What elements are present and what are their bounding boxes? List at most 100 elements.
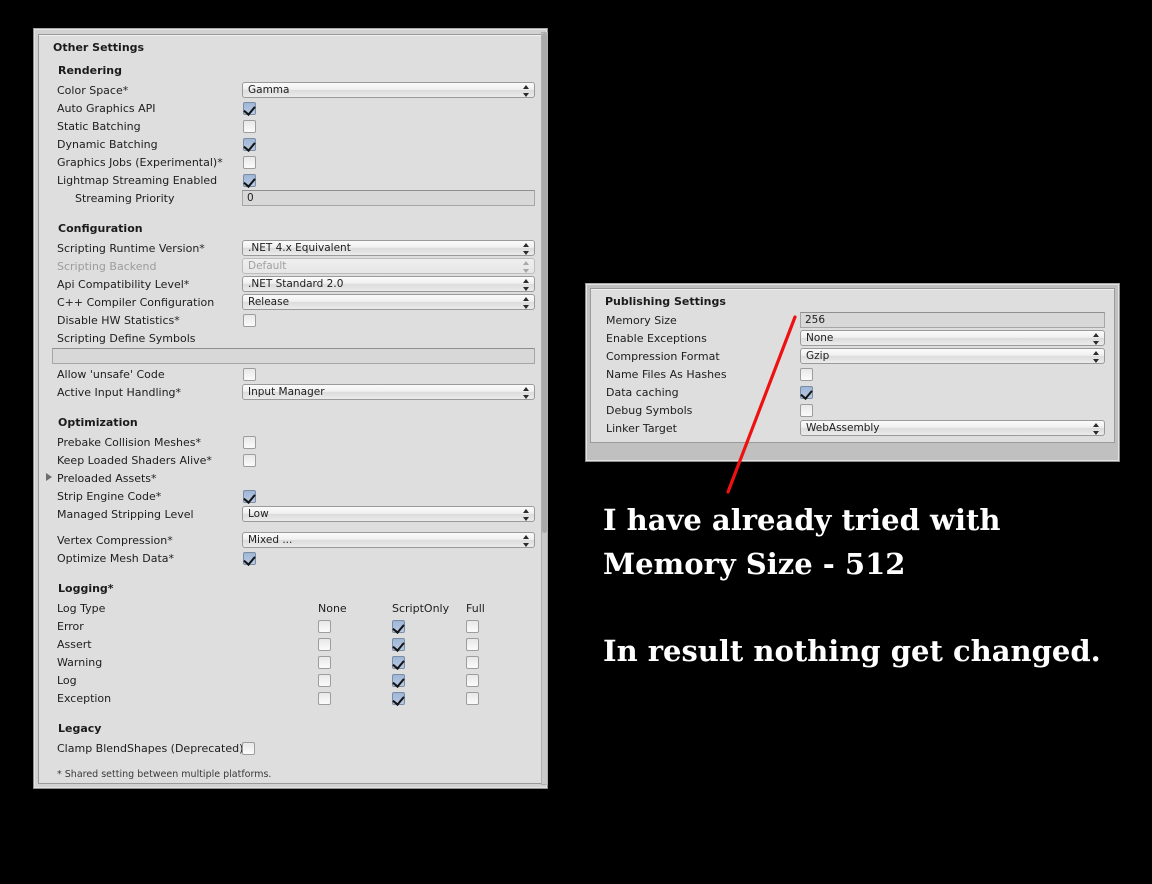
dropdown-cpp-compiler-configuration-value: Release xyxy=(248,296,290,308)
chevron-updown-icon xyxy=(523,261,530,273)
logging-checkbox-assert-none[interactable] xyxy=(318,638,331,651)
logging-row-label-exception: Exception xyxy=(57,692,112,705)
publishing-settings-title: Publishing Settings xyxy=(605,295,726,308)
dropdown-vertex-compression-value: Mixed ... xyxy=(248,534,293,546)
row-label-vertex-compression: Vertex Compression* xyxy=(57,534,173,547)
dropdown-scripting-runtime-version[interactable]: .NET 4.x Equivalent xyxy=(242,240,535,256)
row-label-active-input-handling: Active Input Handling* xyxy=(57,386,182,399)
dropdown-scripting-runtime-version-value: .NET 4.x Equivalent xyxy=(248,242,351,254)
logging-checkbox-log-scriptonly[interactable] xyxy=(392,674,405,687)
checkbox-debug-symbols[interactable] xyxy=(800,404,813,417)
textfield-streaming-priority-value: 0 xyxy=(247,192,254,204)
annotation-line-1: I have already tried with xyxy=(603,503,1001,537)
row-label-scripting-define-symbols: Scripting Define Symbols xyxy=(57,332,196,345)
logging-checkbox-error-none[interactable] xyxy=(318,620,331,633)
logging-checkbox-warning-none[interactable] xyxy=(318,656,331,669)
checkbox-clamp-blendshapes[interactable] xyxy=(242,742,255,755)
logging-row-label-assert: Assert xyxy=(57,638,92,651)
row-label-linker-target: Linker Target xyxy=(606,422,677,435)
logging-row-label-warning: Warning xyxy=(57,656,103,669)
row-label-memory-size: Memory Size xyxy=(606,314,677,327)
logging-checkbox-assert-scriptonly[interactable] xyxy=(392,638,405,651)
row-label-scripting-backend: Scripting Backend xyxy=(57,260,157,273)
row-label-data-caching: Data caching xyxy=(606,386,679,399)
checkbox-disable-hw-statistics[interactable] xyxy=(243,314,256,327)
row-label-enable-exceptions: Enable Exceptions xyxy=(606,332,707,345)
vertical-scrollbar-thumb[interactable] xyxy=(542,33,547,533)
checkbox-optimize-mesh-data[interactable] xyxy=(243,552,256,565)
logging-checkbox-assert-full[interactable] xyxy=(466,638,479,651)
row-label-preloaded-assets[interactable]: Preloaded Assets* xyxy=(57,472,157,485)
textfield-memory-size[interactable]: 256 xyxy=(800,312,1105,328)
dropdown-scripting-backend: Default xyxy=(242,258,535,274)
shared-setting-footnote: * Shared setting between multiple platfo… xyxy=(57,769,272,780)
annotation-line-3: In result nothing get changed. xyxy=(603,634,1101,668)
checkbox-prebake-collision-meshes[interactable] xyxy=(243,436,256,449)
logging-row-label-error: Error xyxy=(57,620,84,633)
checkbox-data-caching[interactable] xyxy=(800,386,813,399)
logging-checkbox-warning-full[interactable] xyxy=(466,656,479,669)
checkbox-allow-unsafe-code[interactable] xyxy=(243,368,256,381)
checkbox-strip-engine-code[interactable] xyxy=(243,490,256,503)
foldout-arrow-icon[interactable] xyxy=(46,473,52,481)
dropdown-linker-target[interactable]: WebAssembly xyxy=(800,420,1105,436)
row-label-auto-graphics-api: Auto Graphics API xyxy=(57,102,156,115)
dropdown-color-space[interactable]: Gamma xyxy=(242,82,535,98)
chevron-updown-icon xyxy=(1093,333,1100,345)
logging-row-header: Log Type xyxy=(57,602,106,615)
row-label-optimize-mesh-data: Optimize Mesh Data* xyxy=(57,552,175,565)
logging-checkbox-exception-full[interactable] xyxy=(466,692,479,705)
logging-row-label-log: Log xyxy=(57,674,77,687)
row-label-streaming-priority: Streaming Priority xyxy=(75,192,175,205)
row-label-dynamic-batching: Dynamic Batching xyxy=(57,138,158,151)
checkbox-name-files-as-hashes[interactable] xyxy=(800,368,813,381)
other-settings-title: Other Settings xyxy=(53,41,145,54)
row-label-name-files-as-hashes: Name Files As Hashes xyxy=(606,368,727,381)
checkbox-graphics-jobs[interactable] xyxy=(243,156,256,169)
logging-checkbox-log-none[interactable] xyxy=(318,674,331,687)
dropdown-managed-stripping-level[interactable]: Low xyxy=(242,506,535,522)
dropdown-cpp-compiler-configuration[interactable]: Release xyxy=(242,294,535,310)
checkbox-lightmap-streaming-enabled[interactable] xyxy=(243,174,256,187)
dropdown-api-compatibility-level[interactable]: .NET Standard 2.0 xyxy=(242,276,535,292)
logging-column-none: None xyxy=(318,602,347,615)
row-label-graphics-jobs: Graphics Jobs (Experimental)* xyxy=(57,156,223,169)
textfield-scripting-define-symbols[interactable] xyxy=(52,348,535,364)
logging-column-scriptonly: ScriptOnly xyxy=(392,602,450,615)
logging-checkbox-exception-scriptonly[interactable] xyxy=(392,692,405,705)
logging-checkbox-warning-scriptonly[interactable] xyxy=(392,656,405,669)
logging-checkbox-exception-none[interactable] xyxy=(318,692,331,705)
group-title-configuration: Configuration xyxy=(58,222,143,235)
logging-checkbox-error-full[interactable] xyxy=(466,620,479,633)
dropdown-vertex-compression[interactable]: Mixed ... xyxy=(242,532,535,548)
chevron-updown-icon xyxy=(1093,423,1100,435)
row-label-disable-hw-statistics: Disable HW Statistics* xyxy=(57,314,180,327)
dropdown-active-input-handling-value: Input Manager xyxy=(248,386,325,398)
chevron-updown-icon xyxy=(523,279,530,291)
row-label-lightmap-streaming: Lightmap Streaming Enabled xyxy=(57,174,218,187)
row-label-clamp-blendshapes: Clamp BlendShapes (Deprecated)* xyxy=(57,742,249,755)
checkbox-static-batching[interactable] xyxy=(243,120,256,133)
dropdown-color-space-value: Gamma xyxy=(248,84,290,96)
checkbox-keep-loaded-shaders-alive[interactable] xyxy=(243,454,256,467)
row-label-scripting-runtime-version: Scripting Runtime Version* xyxy=(57,242,205,255)
dropdown-compression-format[interactable]: Gzip xyxy=(800,348,1105,364)
row-label-strip-engine-code: Strip Engine Code* xyxy=(57,490,162,503)
checkbox-auto-graphics-api[interactable] xyxy=(243,102,256,115)
dropdown-active-input-handling[interactable]: Input Manager xyxy=(242,384,535,400)
checkbox-dynamic-batching[interactable] xyxy=(243,138,256,151)
textfield-memory-size-value: 256 xyxy=(805,314,826,326)
dropdown-api-compatibility-level-value: .NET Standard 2.0 xyxy=(248,278,344,290)
group-title-legacy: Legacy xyxy=(58,722,102,735)
annotation-line-2: Memory Size - 512 xyxy=(603,547,906,581)
row-label-static-batching: Static Batching xyxy=(57,120,141,133)
group-title-logging: Logging* xyxy=(58,582,114,595)
dropdown-enable-exceptions[interactable]: None xyxy=(800,330,1105,346)
row-label-prebake-collision-meshes: Prebake Collision Meshes* xyxy=(57,436,201,449)
textfield-streaming-priority[interactable]: 0 xyxy=(242,190,535,206)
row-label-allow-unsafe-code: Allow 'unsafe' Code xyxy=(57,368,165,381)
logging-checkbox-error-scriptonly[interactable] xyxy=(392,620,405,633)
row-label-cpp-compiler-configuration: C++ Compiler Configuration xyxy=(57,296,215,309)
logging-checkbox-log-full[interactable] xyxy=(466,674,479,687)
chevron-updown-icon xyxy=(523,535,530,547)
